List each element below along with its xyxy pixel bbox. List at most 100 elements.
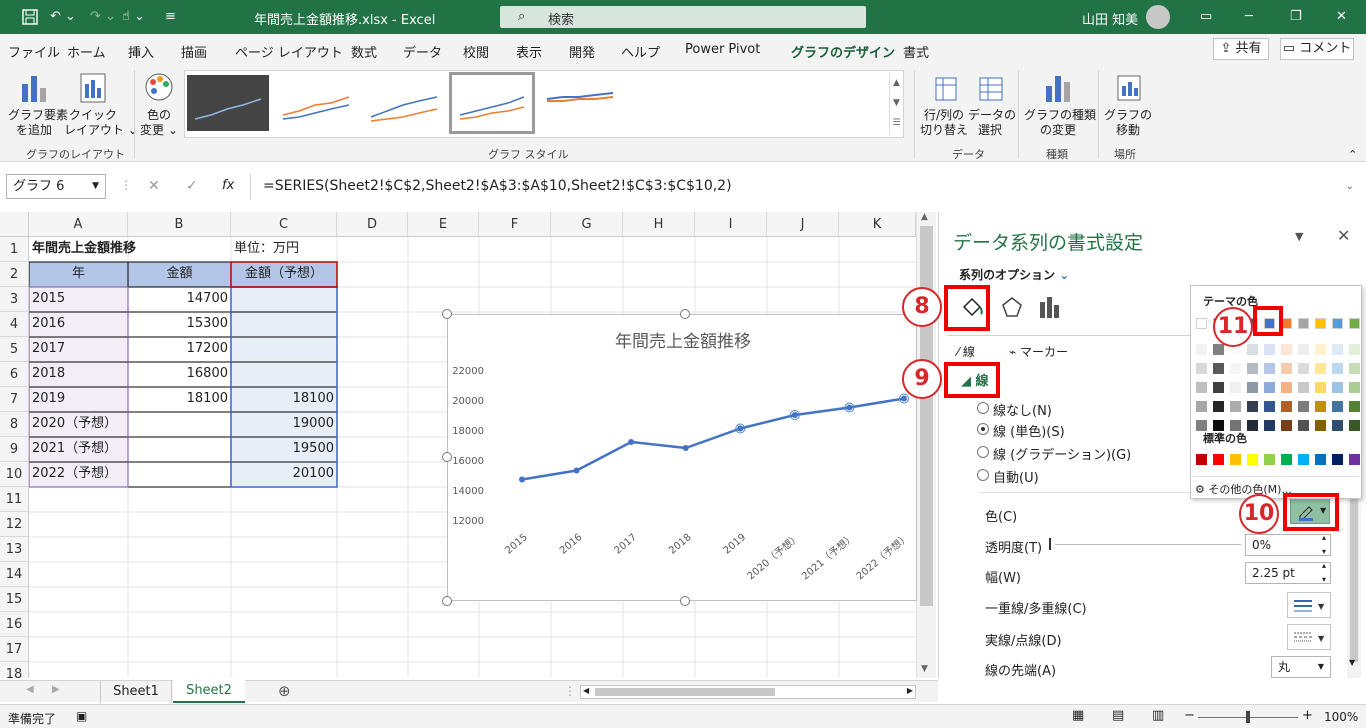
chart-style-1[interactable] <box>187 75 269 131</box>
theme-shade-swatch[interactable] <box>1213 401 1224 412</box>
cell-b7[interactable]: 18100 <box>128 387 231 412</box>
row-header[interactable]: 12 <box>0 512 29 537</box>
cell-a2[interactable]: 年 <box>29 262 128 287</box>
standard-color-swatch[interactable] <box>1264 454 1275 465</box>
theme-shade-swatch[interactable] <box>1264 344 1275 355</box>
tab-formulas[interactable]: 数式 <box>351 42 377 61</box>
theme-shade-swatch[interactable] <box>1264 363 1275 374</box>
standard-color-swatch[interactable] <box>1213 454 1224 465</box>
theme-color-swatch[interactable] <box>1298 318 1309 329</box>
radio-automatic[interactable] <box>977 469 989 481</box>
theme-shade-swatch[interactable] <box>1196 363 1207 374</box>
macro-record-icon[interactable]: ▣ <box>76 709 87 723</box>
cell-b6[interactable]: 16800 <box>128 362 231 387</box>
theme-shade-swatch[interactable] <box>1213 363 1224 374</box>
add-chart-element-button[interactable]: グラフ要素 を追加 <box>8 70 68 138</box>
theme-shade-swatch[interactable] <box>1230 401 1241 412</box>
change-colors-button[interactable]: 色の 変更 ⌄ <box>138 70 180 138</box>
formula-input[interactable]: =SERIES(Sheet2!$C$2,Sheet2!$A$3:$A$10,Sh… <box>250 174 1360 199</box>
tab-data[interactable]: データ <box>403 42 442 61</box>
theme-shade-swatch[interactable] <box>1332 344 1343 355</box>
cell-a9[interactable]: 2021（予想） <box>29 437 128 462</box>
normal-view-icon[interactable]: ▦ <box>1072 708 1084 723</box>
sheet-tab-sheet1[interactable]: Sheet1 <box>100 681 172 703</box>
theme-shade-swatch[interactable] <box>1315 420 1326 431</box>
theme-shade-swatch[interactable] <box>1247 401 1258 412</box>
cell-c7[interactable]: 18100 <box>231 387 337 412</box>
compound-type-dropdown[interactable]: ▼ <box>1287 592 1331 618</box>
tab-view[interactable]: 表示 <box>516 42 542 61</box>
zoom-level[interactable]: 100% <box>1324 710 1358 724</box>
add-sheet-icon[interactable]: ⊕ <box>278 682 291 700</box>
row-header[interactable]: 16 <box>0 612 29 637</box>
enter-icon[interactable]: ✓ <box>186 178 198 194</box>
tab-help[interactable]: ヘルプ <box>621 42 660 61</box>
save-icon[interactable] <box>22 9 38 25</box>
vertical-scrollbar[interactable]: ▲ ▼ <box>916 212 936 678</box>
row-header[interactable]: 1 <box>0 237 29 262</box>
redo-icon[interactable]: ↷ ⌄ <box>90 9 116 24</box>
standard-color-swatch[interactable] <box>1247 454 1258 465</box>
close-icon[interactable]: ✕ <box>1336 9 1347 24</box>
row-header[interactable]: 5 <box>0 337 29 362</box>
cell-a7[interactable]: 2019 <box>29 387 128 412</box>
move-chart-button[interactable]: グラフの 移動 <box>1104 70 1152 138</box>
standard-color-swatch[interactable] <box>1315 454 1326 465</box>
theme-shade-swatch[interactable] <box>1332 420 1343 431</box>
theme-shade-swatch[interactable] <box>1349 420 1360 431</box>
radio-solid-line[interactable] <box>977 423 989 435</box>
transparency-slider[interactable] <box>1049 538 1051 550</box>
row-header[interactable]: 14 <box>0 562 29 587</box>
chart-style-4[interactable] <box>449 72 535 134</box>
column-header[interactable]: D <box>337 212 408 237</box>
switch-row-column-button[interactable]: 行/列の 切り替え <box>920 70 968 138</box>
theme-shade-swatch[interactable] <box>1315 344 1326 355</box>
theme-color-swatch[interactable] <box>1196 318 1207 329</box>
tab-page-layout[interactable]: ページ レイアウト <box>235 42 343 61</box>
standard-color-swatch[interactable] <box>1281 454 1292 465</box>
theme-shade-swatch[interactable] <box>1298 344 1309 355</box>
theme-shade-swatch[interactable] <box>1264 401 1275 412</box>
sheet-tab-sheet2[interactable]: Sheet2 <box>173 680 245 703</box>
cap-type-dropdown[interactable]: 丸 ▼ <box>1271 656 1331 678</box>
row-header[interactable]: 3 <box>0 287 29 312</box>
minimize-icon[interactable]: ─ <box>1245 9 1253 24</box>
cell-c1[interactable]: 単位：万円 <box>231 237 337 262</box>
row-header[interactable]: 13 <box>0 537 29 562</box>
page-break-view-icon[interactable]: ▥ <box>1152 708 1164 723</box>
theme-shade-swatch[interactable] <box>1281 401 1292 412</box>
theme-shade-swatch[interactable] <box>1332 363 1343 374</box>
search-box[interactable]: ⌕ 検索 <box>500 6 866 28</box>
tab-home[interactable]: ホーム <box>67 42 106 61</box>
theme-shade-swatch[interactable] <box>1349 363 1360 374</box>
comment-button[interactable]: ▭ コメント <box>1280 38 1354 60</box>
next-sheet-icon[interactable]: ▶ <box>52 684 60 695</box>
scroll-up-icon[interactable]: ▲ <box>921 212 928 222</box>
quick-layout-button[interactable]: クイック レイアウト ⌄ <box>64 70 138 138</box>
theme-shade-swatch[interactable] <box>1349 401 1360 412</box>
avatar[interactable] <box>1146 5 1170 29</box>
chart-resize-handle[interactable] <box>680 596 690 606</box>
series-options-dropdown[interactable]: 系列のオプション ⌄ <box>959 266 1069 283</box>
chart-style-3[interactable] <box>363 75 445 131</box>
select-data-button[interactable]: データの 選択 <box>968 70 1016 138</box>
effects-icon[interactable] <box>999 294 1025 320</box>
chart-area[interactable]: 年間売上金額推移 12000 14000 16000 18000 20000 22000 2… <box>447 314 917 601</box>
cancel-icon[interactable]: ✕ <box>148 178 160 194</box>
cell-a4[interactable]: 2016 <box>29 312 128 337</box>
row-header[interactable]: 6 <box>0 362 29 387</box>
pane-options-icon[interactable]: ▼ <box>1295 230 1303 243</box>
series-options-icon[interactable] <box>1037 294 1063 320</box>
column-header[interactable]: H <box>623 212 695 237</box>
pane-close-icon[interactable]: ✕ <box>1337 226 1350 245</box>
theme-color-swatch[interactable] <box>1332 318 1343 329</box>
tab-developer[interactable]: 開発 <box>569 42 595 61</box>
standard-color-swatch[interactable] <box>1349 454 1360 465</box>
standard-color-swatch[interactable] <box>1196 454 1207 465</box>
restore-icon[interactable]: ❐ <box>1290 9 1302 24</box>
theme-shade-swatch[interactable] <box>1315 382 1326 393</box>
width-input[interactable]: 2.25 pt ▴ ▾ <box>1245 561 1331 584</box>
zoom-in-icon[interactable]: + <box>1302 708 1313 723</box>
radio-no-line[interactable] <box>977 402 989 414</box>
cell-b5[interactable]: 17200 <box>128 337 231 362</box>
